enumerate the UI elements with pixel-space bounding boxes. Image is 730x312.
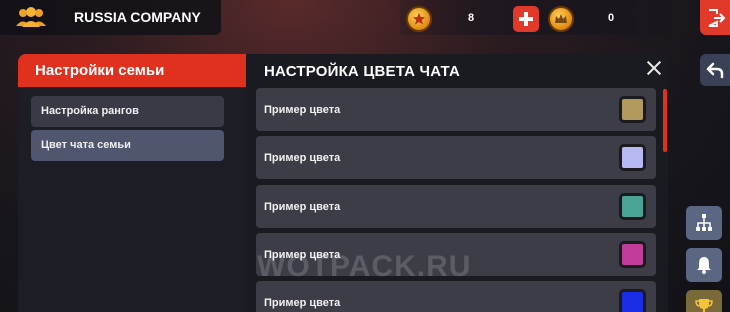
sidebar-item-ranks[interactable]: Настройка рангов	[31, 96, 224, 127]
add-currency-button[interactable]	[513, 6, 539, 32]
watermark: WOTPACK.RU	[257, 250, 472, 283]
bell-icon	[697, 257, 711, 274]
exit-button[interactable]	[700, 0, 730, 35]
scrollbar[interactable]	[663, 89, 667, 312]
sidebar-item-label: Настройка рангов	[41, 105, 139, 117]
sidebar-item-label: Цвет чата семьи	[41, 139, 131, 151]
family-icon	[16, 7, 46, 27]
currency1-value: 8	[468, 12, 475, 24]
color-row-label: Пример цвета	[264, 104, 341, 116]
color-row[interactable]: Пример цвета	[256, 185, 656, 228]
page-title: НАСТРОЙКА ЦВЕТА ЧАТА	[264, 63, 461, 80]
crown-coin-icon	[548, 6, 574, 32]
sidebar-title: Настройки семьи	[35, 62, 165, 79]
color-swatch[interactable]	[619, 96, 646, 123]
color-row-label: Пример цвета	[264, 297, 341, 309]
sidebar-item-chat-color[interactable]: Цвет чата семьи	[31, 130, 224, 161]
notifications-button[interactable]	[686, 248, 722, 282]
exit-icon	[708, 9, 726, 27]
back-icon	[706, 62, 724, 79]
trophy-button[interactable]	[686, 290, 722, 312]
scrollbar-thumb[interactable]	[663, 89, 667, 152]
star-coin-icon	[406, 6, 432, 32]
family-header: RUSSIA COMPANY	[0, 0, 221, 35]
color-swatch[interactable]	[619, 289, 646, 312]
sidebar-header: Настройки семьи	[18, 54, 246, 87]
color-swatch[interactable]	[619, 144, 646, 171]
color-swatch[interactable]	[619, 193, 646, 220]
back-button[interactable]	[700, 54, 730, 86]
color-row[interactable]: Пример цвета	[256, 88, 656, 131]
family-name: RUSSIA COMPANY	[74, 9, 201, 25]
color-swatch[interactable]	[619, 241, 646, 268]
close-button[interactable]	[646, 60, 662, 76]
color-row[interactable]: Пример цвета	[256, 281, 656, 312]
hierarchy-icon	[696, 214, 712, 231]
color-row[interactable]: Пример цвета	[256, 136, 656, 179]
trophy-icon	[695, 299, 713, 312]
color-row-label: Пример цвета	[264, 201, 341, 213]
settings-sidebar: Настройки семьи Настройка рангов Цвет ча…	[18, 54, 246, 312]
color-row-label: Пример цвета	[264, 152, 341, 164]
hierarchy-button[interactable]	[686, 206, 722, 240]
currency2-value: 0	[608, 12, 615, 24]
